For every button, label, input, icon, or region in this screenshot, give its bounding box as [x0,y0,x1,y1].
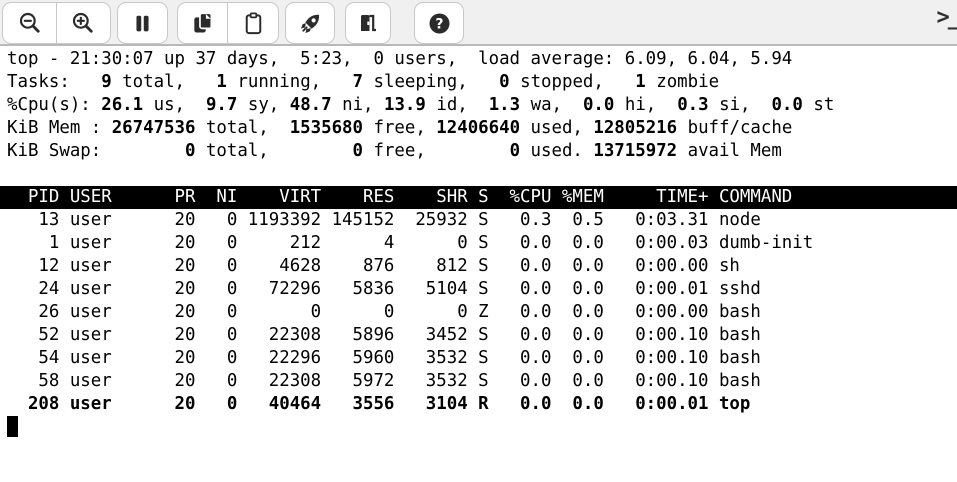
blank-line [0,163,957,186]
summary-line: %Cpu(s): 26.1 us, 9.7 sy, 48.7 ni, 13.9 … [0,94,957,117]
process-row: 26 user 20 0 0 0 0 Z 0.0 0.0 0:00.00 bas… [0,301,957,324]
process-table-header: PID USER PR NI VIRT RES SHR S %CPU %MEM … [0,186,957,209]
zoom-out-button[interactable] [2,2,57,44]
question-circle-icon: ? [427,11,452,36]
process-row: 208 user 20 0 40464 3556 3104 R 0.0 0.0 … [0,393,957,416]
help-button[interactable]: ? [414,2,464,44]
process-table: 13 user 20 0 1193392 145152 25932 S 0.3 … [0,209,957,416]
copy-pages-icon [190,10,216,36]
process-row: 13 user 20 0 1193392 145152 25932 S 0.3 … [0,209,957,232]
clipboard-icon [241,11,266,36]
terminal-cursor [7,416,18,437]
clipboard-button-group [177,2,280,44]
launch-button[interactable] [285,2,335,44]
top-summary: top - 21:30:07 up 37 days, 5:23, 0 users… [0,48,957,163]
app-window: ? >_ top - 21:30:07 up 37 days, 5:23, 0 … [0,0,957,482]
terminal-prompt-icon[interactable]: >_ [937,5,957,30]
magnifier-minus-icon [17,10,43,36]
process-row: 52 user 20 0 22308 5896 3452 S 0.0 0.0 0… [0,324,957,347]
help-button-group: ? [414,2,464,44]
zoom-button-group [2,2,111,44]
magnifier-plus-icon [70,10,96,36]
terminal-screen[interactable]: top - 21:30:07 up 37 days, 5:23, 0 users… [0,48,957,482]
process-row: 58 user 20 0 22308 5972 3532 S 0.0 0.0 0… [0,370,957,393]
pause-icon [130,11,155,36]
launch-button-group [285,2,335,44]
summary-line: Tasks: 9 total, 1 running, 7 sleeping, 0… [0,71,957,94]
summary-line: KiB Mem : 26747536 total, 1535680 free, … [0,117,957,140]
zoom-in-button[interactable] [56,2,111,44]
process-row: 54 user 20 0 22296 5960 3532 S 0.0 0.0 0… [0,347,957,370]
cursor-line [0,416,957,439]
process-row: 12 user 20 0 4628 876 812 S 0.0 0.0 0:00… [0,255,957,278]
pause-button-group [117,2,168,44]
exit-button-group [345,2,391,44]
toolbar: ? >_ [0,0,957,46]
door-exit-icon [356,11,380,35]
copy-button[interactable] [177,2,229,44]
process-row: 24 user 20 0 72296 5836 5104 S 0.0 0.0 0… [0,278,957,301]
pause-button[interactable] [117,2,168,44]
exit-button[interactable] [345,2,391,44]
summary-line: KiB Swap: 0 total, 0 free, 0 used. 13715… [0,140,957,163]
process-row: 1 user 20 0 212 4 0 S 0.0 0.0 0:00.03 du… [0,232,957,255]
summary-line: top - 21:30:07 up 37 days, 5:23, 0 users… [0,48,957,71]
paste-button[interactable] [227,2,279,44]
rocket-icon [298,11,323,36]
svg-text:?: ? [435,16,443,32]
